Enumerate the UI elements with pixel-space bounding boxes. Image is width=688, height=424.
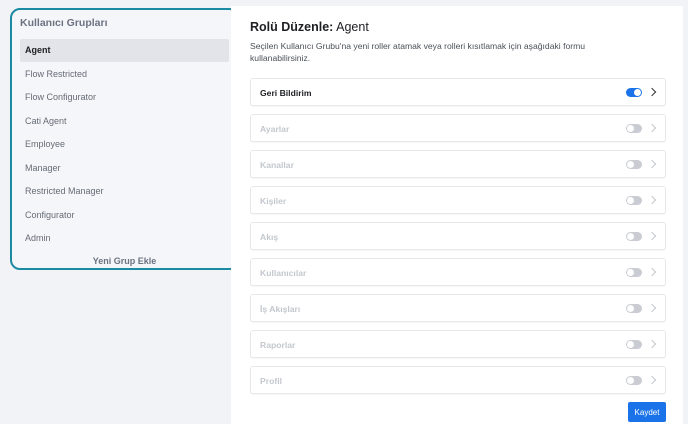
role-toggle[interactable]: [626, 88, 642, 97]
role-label: Ayarlar: [260, 124, 290, 134]
group-item-flow-configurator[interactable]: Flow Configurator: [20, 86, 229, 109]
group-item-employee[interactable]: Employee: [20, 133, 229, 156]
group-item-agent[interactable]: Agent: [20, 39, 229, 62]
role-toggle[interactable]: [626, 376, 642, 385]
role-label: Raporlar: [260, 340, 296, 350]
toggle-knob: [634, 89, 641, 96]
role-editor-title-prefix: Rolü Düzenle:: [250, 20, 334, 34]
group-item-configurator[interactable]: Configurator: [20, 204, 229, 227]
chevron-right-icon: [647, 159, 657, 169]
role-editor-panel: Rolü Düzenle: Agent Seçilen Kullanıcı Gr…: [231, 6, 683, 424]
save-button[interactable]: Kaydet: [628, 402, 666, 422]
chevron-right-icon: [647, 87, 657, 97]
role-label: Kanallar: [260, 160, 294, 170]
toggle-knob: [627, 233, 634, 240]
role-row-is-akislari[interactable]: İş Akışları: [250, 294, 666, 322]
role-label: Profil: [260, 376, 282, 386]
group-item-restricted-manager[interactable]: Restricted Manager: [20, 180, 229, 203]
toggle-knob: [627, 305, 634, 312]
chevron-right-icon: [647, 195, 657, 205]
role-row-kullanicilar[interactable]: Kullanıcılar: [250, 258, 666, 286]
toggle-knob: [627, 377, 634, 384]
role-row-akis[interactable]: Akış: [250, 222, 666, 250]
chevron-right-icon: [647, 303, 657, 313]
user-groups-panel: Kullanıcı Grupları Agent Flow Restricted…: [10, 8, 239, 270]
role-row-raporlar[interactable]: Raporlar: [250, 330, 666, 358]
toggle-knob: [627, 197, 634, 204]
role-toggle[interactable]: [626, 268, 642, 277]
role-toggle[interactable]: [626, 232, 642, 241]
role-row-geri-bildirim[interactable]: Geri Bildirim: [250, 78, 666, 106]
role-toggle[interactable]: [626, 196, 642, 205]
role-toggle[interactable]: [626, 304, 642, 313]
role-toggle[interactable]: [626, 124, 642, 133]
role-editor-title: Rolü Düzenle: Agent: [250, 20, 369, 34]
toggle-knob: [627, 269, 634, 276]
add-group-button[interactable]: Yeni Grup Ekle: [12, 256, 237, 266]
role-row-kisiler[interactable]: Kişiler: [250, 186, 666, 214]
chevron-right-icon: [647, 339, 657, 349]
chevron-right-icon: [647, 231, 657, 241]
group-item-cati-agent[interactable]: Cati Agent: [20, 110, 229, 133]
role-toggle[interactable]: [626, 340, 642, 349]
toggle-knob: [627, 125, 634, 132]
chevron-right-icon: [647, 267, 657, 277]
role-row-ayarlar[interactable]: Ayarlar: [250, 114, 666, 142]
role-label: Geri Bildirim: [260, 88, 312, 98]
role-label: Kullanıcılar: [260, 268, 307, 278]
toggle-knob: [627, 341, 634, 348]
chevron-right-icon: [647, 123, 657, 133]
role-row-profil[interactable]: Profil: [250, 366, 666, 394]
group-item-flow-restricted[interactable]: Flow Restricted: [20, 63, 229, 86]
role-label: Akış: [260, 232, 279, 242]
group-item-manager[interactable]: Manager: [20, 157, 229, 180]
role-row-kanallar[interactable]: Kanallar: [250, 150, 666, 178]
user-groups-title: Kullanıcı Grupları: [20, 17, 108, 29]
role-editor-description: Seçilen Kullanıcı Grubu'na yeni roller a…: [250, 41, 586, 63]
chevron-right-icon: [647, 375, 657, 385]
role-label: İş Akışları: [260, 304, 301, 314]
role-toggle[interactable]: [626, 160, 642, 169]
user-groups-list: Agent Flow Restricted Flow Configurator …: [20, 39, 229, 250]
role-label: Kişiler: [260, 196, 287, 206]
toggle-knob: [627, 161, 634, 168]
role-editor-title-role: Agent: [336, 20, 369, 34]
group-item-admin[interactable]: Admin: [20, 227, 229, 250]
